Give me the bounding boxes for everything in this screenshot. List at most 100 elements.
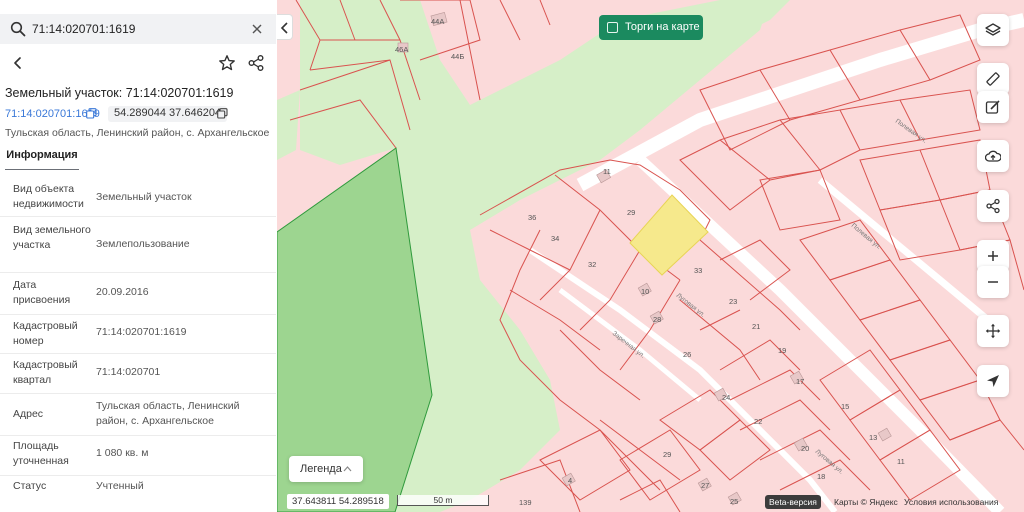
plot-number: 139 — [519, 498, 532, 507]
beta-badge: Beta-версия — [765, 495, 821, 509]
plot-number: 34 — [551, 234, 559, 243]
property-row: Площадь уточненная 1 080 кв. м — [0, 436, 276, 476]
road — [635, 155, 1005, 512]
address-line: Тульская область, Ленинский район, с. Ар… — [5, 127, 270, 139]
plot-number: 28 — [653, 315, 661, 324]
plot-number: 29 — [627, 208, 635, 217]
property-label: Адрес — [13, 408, 44, 420]
move-icon — [985, 323, 1001, 339]
plot-number: 36 — [528, 213, 536, 222]
plot-number: 17 — [796, 377, 804, 386]
scale-bar: 50 m — [397, 495, 489, 506]
property-value: 71:14:020701 — [96, 366, 161, 378]
property-label: Площадь уточненная — [13, 440, 69, 467]
plot-number: 18 — [817, 472, 825, 481]
plot-number: 11 — [603, 167, 611, 176]
auctions-on-map-toggle[interactable]: Торги на карте — [599, 15, 703, 40]
property-row: Вид объекта недвижимости Земельный участ… — [0, 176, 276, 217]
tab-information[interactable]: Информация — [5, 144, 79, 170]
plot-number: 32 — [588, 260, 596, 269]
property-row: Вид земельного участка Землепользование — [0, 217, 276, 273]
layers-icon — [985, 23, 1001, 36]
copy-icon[interactable] — [217, 108, 228, 119]
search-icon — [10, 21, 26, 37]
property-row: Дата присвоения 20.09.2016 — [0, 273, 276, 315]
search-input[interactable] — [32, 19, 242, 39]
plot-number: 22 — [754, 417, 762, 426]
plot-number: 19 — [778, 346, 786, 355]
search-bar — [0, 14, 276, 44]
back-arrow-icon[interactable] — [10, 55, 26, 71]
star-icon[interactable] — [218, 54, 236, 72]
property-value: 1 080 кв. м — [96, 447, 149, 459]
cadastral-map[interactable]: 44А 44Б 46А 11 29 36 34 32 33 10 23 28 2… — [277, 0, 1024, 512]
zoom-in-icon — [988, 251, 998, 261]
layers-button[interactable] — [977, 14, 1009, 46]
share-icon[interactable] — [247, 54, 265, 72]
terms-link[interactable]: Условия использования — [904, 495, 998, 509]
plot-number: 10 — [641, 287, 649, 296]
street-name: Заречная ул. — [611, 330, 646, 360]
plot-number: 29 — [663, 450, 671, 459]
property-label: Кадастровый номер — [13, 320, 78, 347]
street-name: Луговая ул. — [675, 292, 707, 319]
property-row: Адрес Тульская область, Ленинский район,… — [0, 394, 276, 436]
cursor-coordinates: 37.643811 54.289518 — [287, 494, 389, 509]
meadow-area — [277, 90, 300, 160]
property-value: 71:14:020701:1619 — [96, 326, 187, 338]
checkbox-icon[interactable] — [607, 22, 618, 33]
map-canvas[interactable]: 44А 44Б 46А 11 29 36 34 32 33 10 23 28 2… — [277, 0, 1024, 512]
property-row: Статус Учтенный — [0, 476, 276, 512]
plot-number: 15 — [841, 402, 849, 411]
plot-number: 46А — [395, 45, 408, 54]
upload-icon — [985, 150, 1001, 162]
property-value: Учтенный — [96, 480, 144, 492]
chevron-up-icon — [343, 466, 352, 472]
property-row: Кадастровый квартал 71:14:020701 — [0, 354, 276, 394]
plot-number: 27 — [701, 481, 709, 490]
upload-button[interactable] — [977, 140, 1009, 172]
zoom-out-icon — [988, 281, 998, 283]
draw-button[interactable] — [977, 91, 1009, 123]
edit-icon — [985, 100, 1000, 114]
info-panel: Земельный участок: 71:14:020701:1619 71:… — [0, 0, 277, 512]
plot-number: 26 — [683, 350, 691, 359]
property-value: Земельный участок — [96, 191, 192, 203]
plot-number: 4 — [568, 476, 572, 485]
plot-number: 25 — [730, 497, 738, 506]
property-row: Кадастровый номер 71:14:020701:1619 — [0, 315, 276, 354]
page-title: Земельный участок: 71:14:020701:1619 — [5, 86, 234, 100]
property-label: Вид объекта недвижимости — [13, 183, 84, 210]
plot-number: 24 — [722, 393, 730, 402]
plot-number: 11 — [897, 457, 905, 466]
plot-number: 23 — [729, 297, 737, 306]
plot-number: 13 — [869, 433, 877, 442]
property-value: Землепользование — [96, 238, 190, 250]
share-icon — [986, 198, 1000, 214]
plot-number: 21 — [752, 322, 760, 331]
pan-button[interactable] — [977, 315, 1009, 347]
ruler-icon — [986, 72, 1000, 86]
property-label: Статус — [13, 480, 47, 492]
road — [528, 247, 838, 512]
copy-icon[interactable] — [86, 108, 97, 119]
property-label: Дата присвоения — [13, 279, 71, 306]
coordinates-chip: 54.289044 37.646204 — [108, 106, 228, 122]
plot-number: 44Б — [451, 52, 464, 61]
panel-actions — [0, 50, 276, 76]
property-label: Кадастровый квартал — [13, 359, 78, 386]
close-icon[interactable] — [250, 22, 264, 36]
legend-button[interactable]: Легенда — [289, 456, 363, 482]
plot-number: 33 — [694, 266, 702, 275]
map-attribution[interactable]: Карты © Яндекс — [834, 495, 898, 509]
share-map-button[interactable] — [977, 190, 1009, 222]
locate-icon — [987, 375, 999, 387]
collapse-panel-button[interactable] — [277, 14, 293, 40]
plot-number: 44А — [431, 17, 444, 26]
property-label: Вид земельного участка — [13, 224, 91, 251]
zoom-out-button[interactable] — [977, 266, 1009, 298]
chevron-left-icon — [280, 22, 288, 34]
property-value: Тульская область, Ленинский район, с. Ар… — [96, 400, 240, 427]
locate-button[interactable] — [977, 365, 1009, 397]
plot-number: 20 — [801, 444, 809, 453]
